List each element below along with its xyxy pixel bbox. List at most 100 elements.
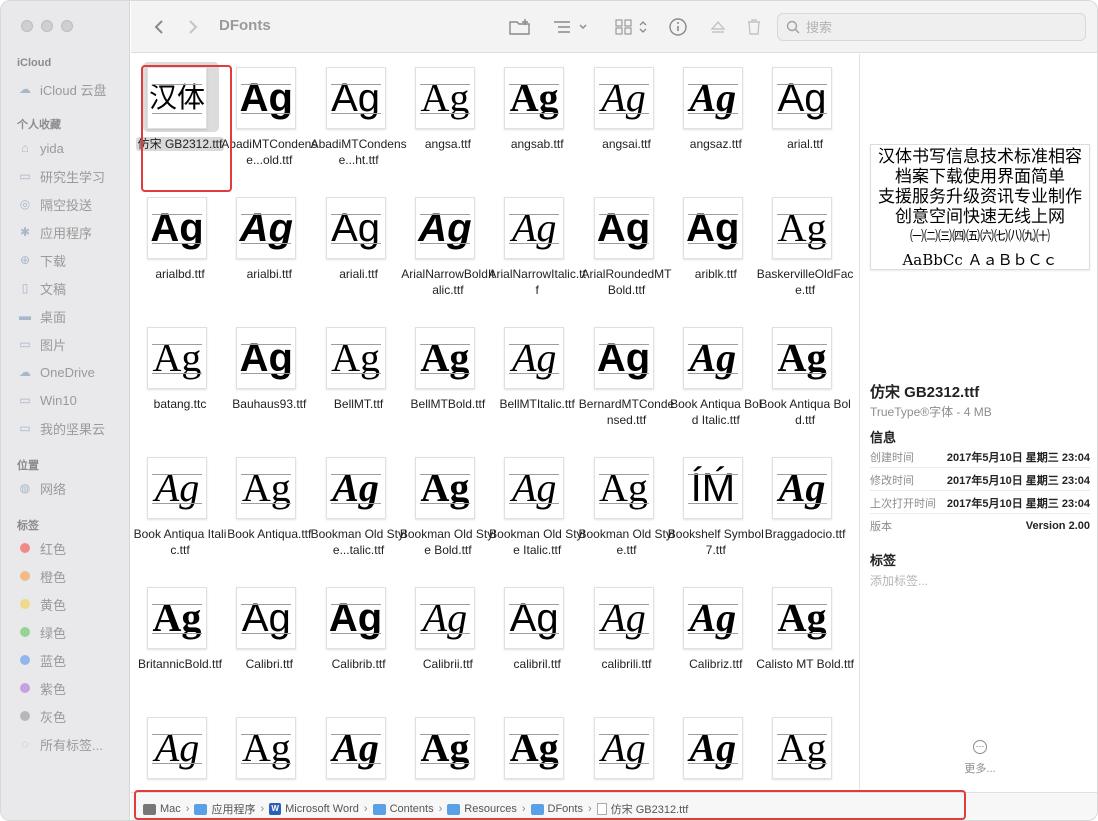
file-item[interactable]: Ag Calisto MT Bold.ttf: [756, 574, 854, 704]
sidebar-item[interactable]: ✱ 应用程序: [17, 222, 92, 242]
font-thumbnail: Ag: [414, 67, 475, 129]
sidebar-item[interactable]: 灰色: [17, 706, 66, 726]
trash-button[interactable]: [743, 15, 765, 39]
baseline-rule: [777, 214, 828, 215]
sidebar-item[interactable]: ⌂ yida: [17, 138, 63, 158]
new-folder-button[interactable]: [508, 15, 532, 39]
sidebar-item[interactable]: ⊕ 下载: [17, 250, 66, 270]
file-item[interactable]: Ag arialbd.ttf: [135, 184, 225, 314]
file-item[interactable]: Ag AbadiMTCondense...ht.ttf: [311, 54, 407, 184]
view-mode-button[interactable]: [613, 15, 653, 39]
sidebar-item[interactable]: 紫色: [17, 678, 66, 698]
zoom-window-button[interactable]: [61, 20, 73, 32]
file-item[interactable]: Ag BaskervilleOldFace.ttf: [757, 184, 853, 314]
back-button[interactable]: [149, 15, 169, 39]
file-item[interactable]: Ag Bauhaus93.ttf: [224, 314, 314, 444]
file-item[interactable]: Ag: [582, 704, 672, 792]
file-item[interactable]: Ag Book Antiqua Bold Italic.ttf: [670, 314, 762, 444]
file-item[interactable]: Ag angsab.ttf: [492, 54, 582, 184]
file-item[interactable]: Ag BernardMTCondensed.ttf: [579, 314, 674, 444]
file-item[interactable]: Ag Bookman Old Style Italic.ttf: [489, 444, 585, 574]
file-item[interactable]: Ag ArialNarrowBoldItalic.ttf: [401, 184, 495, 314]
file-item[interactable]: Ag BellMTItalic.ttf: [492, 314, 582, 444]
file-item[interactable]: Ag: [403, 704, 493, 792]
file-item[interactable]: Ag calibrili.ttf: [582, 574, 672, 704]
sidebar-item[interactable]: ▬ 桌面: [17, 306, 66, 326]
file-item[interactable]: Ag arialbi.ttf: [224, 184, 314, 314]
file-item[interactable]: Ag Bookman Old Style Bold.ttf: [400, 444, 496, 574]
file-item[interactable]: Ag Book Antiqua.ttf: [224, 444, 314, 574]
close-window-button[interactable]: [21, 20, 33, 32]
font-thumbnail: Ag: [325, 327, 386, 389]
sidebar-item[interactable]: 绿色: [17, 622, 66, 642]
file-item[interactable]: Ag ariblk.ttf: [671, 184, 761, 314]
file-item[interactable]: Ag angsaz.ttf: [671, 54, 761, 184]
file-item[interactable]: Ag batang.ttc: [135, 314, 225, 444]
file-item[interactable]: Ag ArialNarrowItalic.ttf: [489, 184, 586, 314]
file-name-text: Calibrii.ttf: [422, 657, 473, 671]
minimize-window-button[interactable]: [41, 20, 53, 32]
sidebar-item[interactable]: 红色: [17, 538, 66, 558]
file-item[interactable]: Ag Calibriz.ttf: [671, 574, 761, 704]
file-item[interactable]: Ag angsai.ttf: [582, 54, 672, 184]
group-by-button[interactable]: [551, 15, 591, 39]
file-item[interactable]: Ag: [135, 704, 225, 792]
file-item[interactable]: Ag AbadiMTCondense...old.ttf: [221, 54, 317, 184]
breadcrumb-item[interactable]: Mac: [143, 803, 181, 815]
file-item[interactable]: Ag: [760, 704, 850, 792]
file-item[interactable]: Ag Braggadocio.ttf: [760, 444, 850, 574]
sidebar-item[interactable]: ◍ 网络: [17, 478, 66, 498]
file-item[interactable]: Ag: [492, 704, 582, 792]
file-item[interactable]: Ag arial.ttf: [760, 54, 850, 184]
sidebar-item[interactable]: ▭ 我的坚果云: [17, 418, 105, 438]
file-item[interactable]: Ag BellMT.ttf: [314, 314, 404, 444]
breadcrumb-item[interactable]: 应用程序: [194, 801, 255, 817]
sidebar-item[interactable]: ▭ 图片: [17, 334, 66, 354]
file-name-text: calibrili.ttf: [601, 657, 652, 671]
file-item[interactable]: Ag ariali.ttf: [314, 184, 404, 314]
breadcrumb-item[interactable]: 仿宋 GB2312.ttf: [596, 801, 688, 817]
file-name: angsab.ttf: [488, 136, 586, 152]
eject-button[interactable]: [707, 15, 729, 39]
baseline-rule: [330, 84, 381, 85]
file-item[interactable]: Ag Book Antiqua Bold.ttf: [759, 314, 851, 444]
forward-button[interactable]: [183, 15, 203, 39]
file-item[interactable]: Ag Bookman Old Style...talic.ttf: [311, 444, 407, 574]
file-item[interactable]: Ag Calibrib.ttf: [314, 574, 404, 704]
file-item[interactable]: Ag: [671, 704, 761, 792]
file-item[interactable]: Ag calibril.ttf: [492, 574, 582, 704]
sidebar-item[interactable]: ◌ 所有标签...: [17, 734, 102, 754]
file-item[interactable]: Ag BellMTBold.ttf: [403, 314, 493, 444]
sidebar-item[interactable]: ▯ 文稿: [17, 278, 66, 298]
more-button[interactable]: ··· 更多...: [960, 740, 1000, 776]
file-name: ArialNarrowBoldItalic.ttf: [399, 266, 497, 298]
sidebar-item[interactable]: ▭ Win10: [17, 390, 77, 410]
sidebar-item[interactable]: 黄色: [17, 594, 66, 614]
sidebar-item[interactable]: 蓝色: [17, 650, 66, 670]
search-input[interactable]: [806, 19, 1076, 35]
sidebar-item[interactable]: ☁ iCloud 云盘: [17, 79, 106, 99]
file-item[interactable]: Ag BritannicBold.ttf: [135, 574, 225, 704]
breadcrumb-item[interactable]: W Microsoft Word: [269, 803, 359, 815]
file-item[interactable]: ÍḾ Bookshelf Symbol 7.ttf: [668, 444, 764, 574]
file-name-text: BellMTItalic.ttf: [499, 397, 575, 411]
info-button[interactable]: [667, 15, 689, 39]
sidebar-item[interactable]: ▭ 研究生学习: [17, 166, 105, 186]
file-item[interactable]: Ag Calibri.ttf: [224, 574, 314, 704]
file-item[interactable]: Ag angsa.ttf: [403, 54, 493, 184]
breadcrumb-item[interactable]: DFonts: [530, 803, 583, 815]
file-item[interactable]: Ag Book Antiqua Italic.ttf: [134, 444, 226, 574]
breadcrumb-item[interactable]: Resources: [447, 803, 517, 815]
sidebar-item[interactable]: ◎ 隔空投送: [17, 194, 92, 214]
file-item[interactable]: Ag Calibrii.ttf: [403, 574, 493, 704]
sidebar-item[interactable]: ☁ OneDrive: [17, 362, 95, 382]
file-item[interactable]: Ag: [224, 704, 314, 792]
file-item[interactable]: Ag ArialRoundedMTBold.ttf: [581, 184, 672, 314]
info-key: 上次打开时间: [870, 497, 936, 510]
add-tag-field[interactable]: 添加标签...: [870, 572, 928, 589]
file-item[interactable]: Ag Bookman Old Style.ttf: [578, 444, 675, 574]
search-field[interactable]: [777, 13, 1086, 41]
file-item[interactable]: Ag: [314, 704, 404, 792]
sidebar-item[interactable]: 橙色: [17, 566, 66, 586]
breadcrumb-item[interactable]: Contents: [372, 803, 434, 815]
